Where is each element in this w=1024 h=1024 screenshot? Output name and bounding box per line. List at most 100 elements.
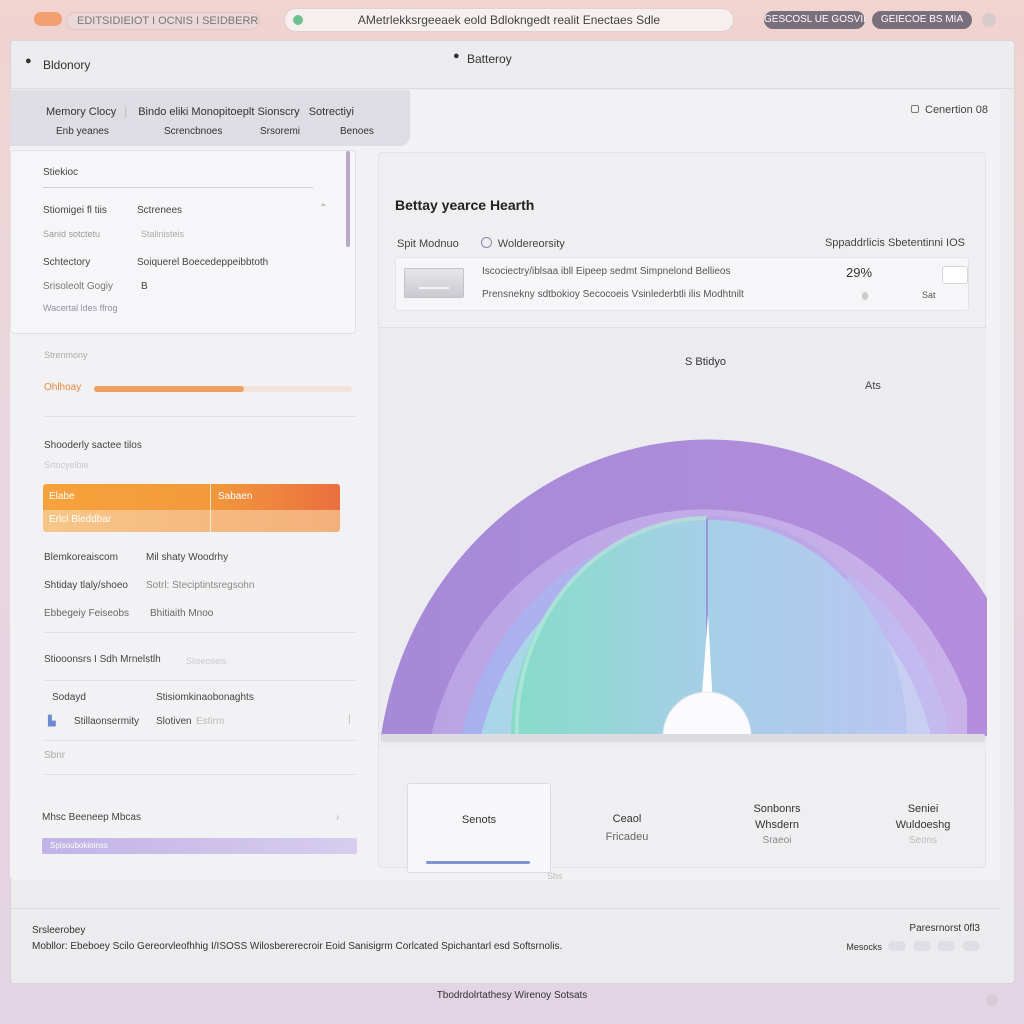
apple-icon-center: ●	[453, 50, 460, 62]
page-dot-4[interactable]	[962, 941, 980, 951]
section-caption: Strenmony	[44, 350, 88, 360]
mode-toggle-label[interactable]: Woldereorsity	[498, 238, 565, 250]
energy-left-label: Elabe	[49, 491, 75, 502]
detail-toggle[interactable]	[942, 266, 968, 284]
toolbar-button-1[interactable]: GESCOSL UE GOSVIB	[764, 11, 865, 29]
footer-title: Srsleerobey	[32, 925, 86, 936]
stat-value: Mil shaty Woodrhy	[146, 552, 229, 563]
energy-bottom-label: Erlcl Bleddbar	[49, 514, 112, 525]
row-label: Srisoleolt Gogiy	[43, 281, 114, 292]
progress-bar	[94, 386, 352, 392]
gauge-base	[381, 734, 985, 742]
stat-value: Sotrl: Steciptintsregsohn	[146, 580, 255, 591]
detail-small-label: Sat	[922, 290, 936, 300]
section-title: Stiekioc	[43, 167, 79, 178]
checkbox-icon[interactable]	[911, 105, 919, 113]
chevron-icon[interactable]: ⌃	[319, 203, 327, 214]
stat-label: Blemkoreaiscom	[44, 552, 118, 563]
battery-detail-row[interactable]: Iscociectry/iblsaa ibll Eipeep sedmt Sim…	[395, 257, 969, 311]
stat-tab-sub: Seons	[908, 835, 938, 846]
scrollbar[interactable]	[346, 151, 350, 247]
lavender-bar[interactable]: Spisoubokioinss	[42, 838, 357, 854]
browser-bar: EDITSIDIEIOT I OCNIS I SEIDBERRAST AMetr…	[0, 0, 1024, 40]
section-title: Mhsc Beeneep Mbcas	[42, 812, 141, 823]
list-extra: Estirm	[196, 716, 225, 727]
divider-mark: |	[348, 714, 351, 725]
stat-value: Bhitiaith Mnoo	[150, 608, 214, 619]
active-tab-indicator	[426, 861, 530, 864]
section-caption: Sliseoseis	[186, 656, 227, 666]
list-label: Sbnr	[44, 750, 66, 761]
page-dot-3[interactable]	[937, 941, 956, 951]
stat-tab-sub: Sraeoi	[762, 835, 792, 846]
row-link[interactable]: Wacertal ldes ffrog	[43, 303, 118, 313]
section-caption: Srtocyelbie	[44, 460, 89, 470]
subtab-4[interactable]: Benoes	[340, 126, 374, 137]
row-label: Schtectory	[43, 257, 91, 268]
bottom-circle-icon[interactable]	[986, 994, 998, 1006]
list-label: Sodayd	[52, 692, 86, 703]
stat-tab-3[interactable]: Sonbonrs Whsdern Sraeoi	[705, 783, 849, 873]
row-value[interactable]: Soiquerel Boecedeppeibbtoth	[137, 257, 268, 268]
list-value: Stisiomkinaobonaghts	[156, 692, 254, 703]
page-dot-2[interactable]	[912, 941, 931, 951]
tab-memory[interactable]: Memory Clocy	[46, 106, 116, 118]
stat-tab-1[interactable]: Senots	[407, 783, 551, 873]
cycle-indicator: Cenertion 08	[911, 104, 988, 116]
apple-icon[interactable]: ●	[25, 55, 32, 67]
stat-footnote: Sbs	[547, 871, 563, 881]
cycle-label: Cenertion 08	[925, 104, 988, 116]
row-label: Stiomigei fl tiis	[43, 205, 107, 216]
pagination-label: Mesocks	[846, 942, 882, 952]
section-title: Stiooonsrs I Sdh Mrnelstlh	[44, 654, 161, 665]
energy-right-label: Sabaen	[218, 491, 253, 502]
window-title: Batteroy	[467, 52, 512, 66]
detail-secondary: Prensnekny sdtbokioy Secocoeis Vsinleder…	[482, 289, 744, 300]
gauge-card: S Btidyo Ats	[379, 327, 987, 747]
site-status-icon	[293, 15, 303, 25]
stat-tab-label: Ceaol	[612, 813, 642, 825]
subtab-2[interactable]: Screncbnoes	[164, 126, 222, 137]
toggle-switch[interactable]	[34, 12, 62, 26]
list-label: Stillaonsermity	[74, 716, 140, 727]
battery-health-card: Bettay yearce Hearth Spit Modnuo Woldereo…	[378, 152, 987, 881]
footer-right-label: Paresrnorst 0fl3	[909, 923, 980, 934]
stat-tabs: Senots Ceaol Fricadeu Sonbonrs Whsdern S…	[395, 783, 985, 873]
stat-tab-label-2: Whsdern	[754, 819, 800, 831]
progress-label: Ohlhoay	[44, 382, 82, 393]
chevron-right-icon[interactable]: ›	[336, 812, 339, 823]
stat-tab-4[interactable]: Seniei Wuldoeshg Seons	[851, 783, 995, 873]
row-value[interactable]: Sctrenees	[137, 205, 182, 216]
tab-strip: Memory Clocy | Bindo eliki Monopitoeplt S…	[10, 90, 410, 146]
stat-tab-label-2: Wuldoeshg	[895, 819, 951, 831]
status-dot-icon	[862, 292, 868, 300]
tab-security[interactable]: Sotrectiyi	[309, 106, 354, 118]
tab-monitor[interactable]: Bindo eliki Monopitoeplt Sionscry	[138, 106, 299, 118]
energy-bar[interactable]: Elabe Sabaen Erlcl Bleddbar	[43, 484, 340, 532]
tab-chip[interactable]: EDITSIDIEIOT I OCNIS I SEIDBERRAST	[66, 12, 260, 30]
footer: Srsleerobey Mobllor: Ebeboey Scilo Gereo…	[10, 908, 1000, 976]
status-bar: Tbodrdolrtathesy Wirenoy Sotsats	[436, 990, 588, 1001]
stat-tab-label: Senots	[461, 814, 497, 826]
toolbar-button-2[interactable]: GEIECOE BS MIA	[872, 11, 972, 29]
mode-row: Spit Modnuo Woldereorsity	[397, 237, 565, 250]
row-value: Stalinisteis	[141, 229, 185, 239]
row-value: B	[141, 281, 148, 292]
stat-label: Ebbegeiy Feiseobs	[44, 608, 130, 619]
radio-icon[interactable]	[480, 237, 492, 248]
url-bar[interactable]: AMetrlekksrgeeaek eold Bdlokngedt realit…	[284, 8, 734, 32]
page-dot-1[interactable]	[888, 941, 907, 951]
pagination: Mesocks	[846, 941, 980, 955]
stat-tab-label: Seniei	[907, 803, 939, 815]
window-left-title: Bldonory	[43, 58, 91, 72]
list-value[interactable]: Slotiven	[156, 716, 192, 727]
subtab-3[interactable]: Srsoremi	[260, 126, 300, 137]
subtab-1[interactable]: Enb yeanes	[56, 126, 109, 137]
row-label: Sanid sotctetu	[43, 229, 101, 239]
stat-label: Shtiday tlaly/shoeo	[44, 580, 128, 591]
window-header: ● Bldonory ● Batteroy	[11, 41, 1014, 89]
settings-box: Stiekioc Stiomigei fl tiis Sctrenees ⌃ S…	[10, 150, 356, 334]
stat-tab-2[interactable]: Ceaol Fricadeu	[555, 783, 699, 873]
detail-primary: Iscociectry/iblsaa ibll Eipeep sedmt Sim…	[482, 266, 731, 277]
menu-circle-icon[interactable]	[982, 13, 996, 27]
